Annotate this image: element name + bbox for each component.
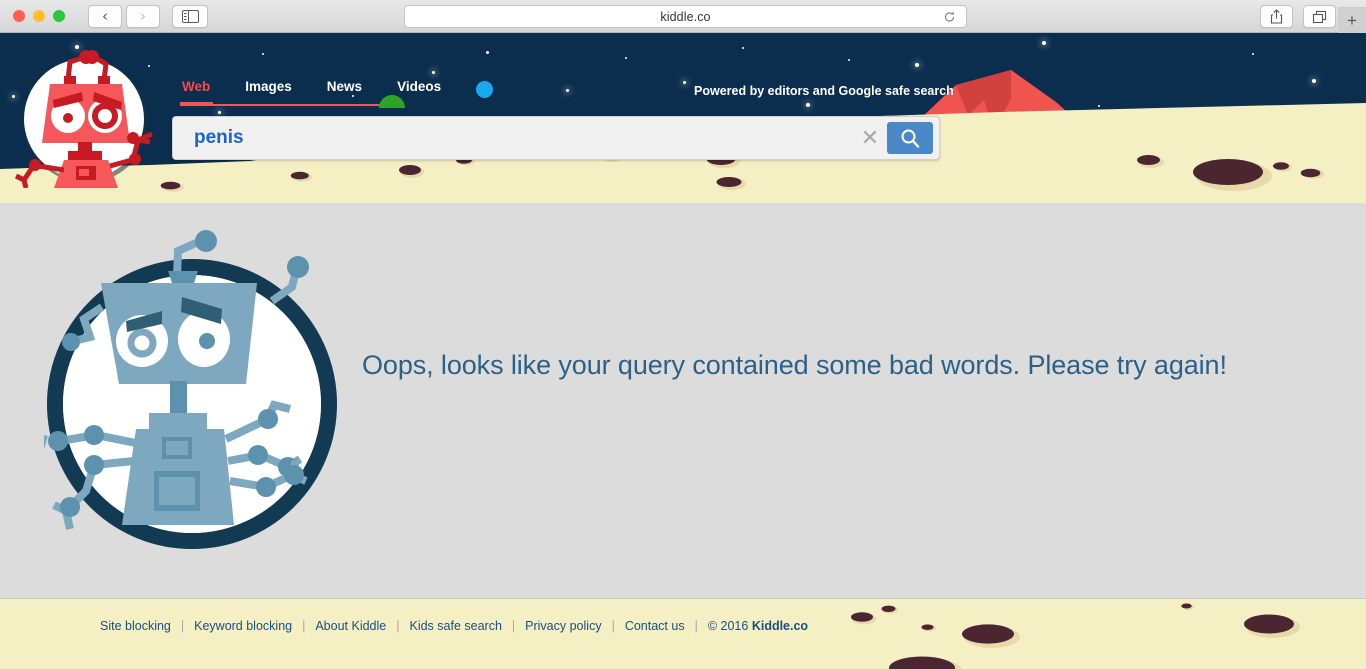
tabs-icon xyxy=(1312,10,1327,23)
share-icon xyxy=(1270,9,1283,24)
kiddle-header: Web Images News Videos Powered by editor… xyxy=(0,33,1366,203)
crater xyxy=(1188,156,1274,197)
search-icon xyxy=(901,129,920,148)
address-bar[interactable]: kiddle.co xyxy=(404,5,967,28)
url-text: kiddle.co xyxy=(660,9,711,24)
crater xyxy=(920,619,936,637)
footer-separator: | xyxy=(611,619,615,633)
crater xyxy=(1180,599,1194,615)
tab-web[interactable]: Web xyxy=(182,79,210,94)
footer-separator: | xyxy=(511,619,516,633)
footer-link-kids-safe-search[interactable]: Kids safe search xyxy=(409,619,501,633)
search-input[interactable] xyxy=(173,127,853,149)
footer-separator: | xyxy=(302,619,306,633)
crater xyxy=(850,611,876,630)
crater xyxy=(716,175,746,195)
main-content: Oops, looks like your query contained so… xyxy=(0,203,1366,598)
footer-link-privacy-policy[interactable]: Privacy policy xyxy=(525,619,601,633)
crater xyxy=(1136,153,1164,173)
share-button[interactable] xyxy=(1260,5,1293,28)
sidebar-icon xyxy=(181,9,199,23)
nav-underline xyxy=(180,104,402,106)
crater xyxy=(885,653,965,669)
search-button[interactable] xyxy=(887,122,933,154)
copyright-brand: Kiddle.co xyxy=(751,619,809,633)
crater xyxy=(290,169,312,187)
kiddle-logo-robot[interactable] xyxy=(8,38,168,188)
active-tab-indicator xyxy=(180,102,213,106)
footer-separator: | xyxy=(396,619,400,633)
copyright-text: © 2016 Kiddle.co xyxy=(708,619,808,633)
planet-icon xyxy=(476,81,494,98)
copyright-prefix: © 2016 xyxy=(707,619,752,633)
navigation-buttons: ‹ › xyxy=(88,4,160,28)
powered-by-text: Powered by editors and Google safe searc… xyxy=(694,84,954,98)
reload-icon[interactable] xyxy=(943,10,956,23)
footer-link-about-kiddle[interactable]: About Kiddle xyxy=(315,619,386,633)
close-window-button[interactable] xyxy=(13,10,25,22)
footer-link-keyword-blocking[interactable]: Keyword blocking xyxy=(194,619,292,633)
site-footer: Site blocking | Keyword blocking | About… xyxy=(0,598,1366,669)
crater xyxy=(1300,167,1324,185)
crater xyxy=(1272,159,1292,177)
error-message: Oops, looks like your query contained so… xyxy=(362,350,1227,380)
toolbar-right-actions xyxy=(1260,5,1336,28)
sidebar-toggle-button[interactable] xyxy=(172,4,208,28)
new-tab-button[interactable]: + xyxy=(1338,7,1366,33)
clear-icon[interactable]: ✕ xyxy=(853,126,887,151)
error-robot-illustration xyxy=(44,230,337,549)
minimize-window-button[interactable] xyxy=(33,10,45,22)
tab-news[interactable]: News xyxy=(327,79,362,94)
search-bar: ✕ xyxy=(172,116,940,160)
crater xyxy=(398,164,424,183)
tab-images[interactable]: Images xyxy=(245,79,292,94)
footer-separator: | xyxy=(180,619,185,633)
footer-link-contact-us[interactable]: Contact us xyxy=(625,619,685,633)
crater xyxy=(880,601,898,619)
crater xyxy=(958,621,1022,654)
window-controls xyxy=(13,10,65,22)
maximize-window-button[interactable] xyxy=(53,10,65,22)
chevron-left-icon: ‹ xyxy=(102,6,108,25)
footer-separator: | xyxy=(694,619,698,633)
tab-videos[interactable]: Videos xyxy=(397,79,441,94)
forward-button[interactable]: › xyxy=(126,4,160,28)
crater xyxy=(1240,611,1302,644)
show-all-tabs-button[interactable] xyxy=(1303,5,1336,28)
back-button[interactable]: ‹ xyxy=(88,4,122,28)
footer-links: Site blocking | Keyword blocking | About… xyxy=(100,619,808,633)
kiddle-nav-tabs: Web Images News Videos xyxy=(182,79,494,98)
browser-toolbar: ‹ › kiddle.co + xyxy=(0,0,1366,33)
footer-link-site-blocking[interactable]: Site blocking xyxy=(100,619,171,633)
chevron-right-icon: › xyxy=(140,6,146,25)
